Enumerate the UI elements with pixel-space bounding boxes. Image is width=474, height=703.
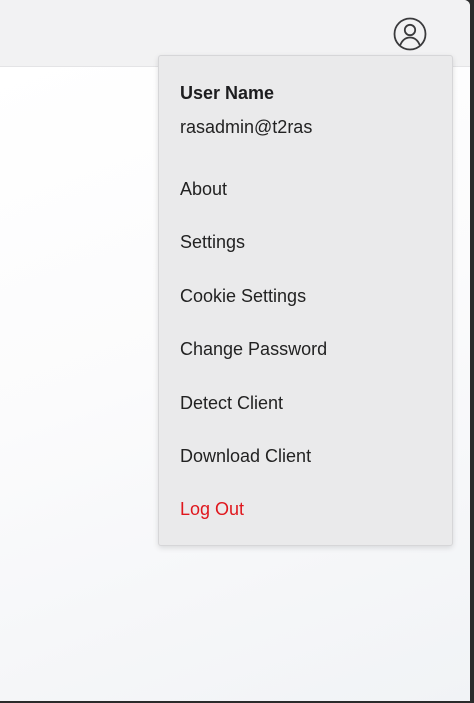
menu-item-detect-client[interactable]: Detect Client bbox=[159, 377, 452, 430]
user-info: User Name rasadmin@t2ras bbox=[180, 81, 312, 139]
menu-item-download-client[interactable]: Download Client bbox=[159, 430, 452, 483]
user-name: User Name bbox=[180, 83, 275, 103]
user-menu-dropdown: User Name rasadmin@t2ras About Settings … bbox=[158, 55, 453, 546]
menu-item-about[interactable]: About bbox=[159, 163, 452, 216]
menu-item-cookie-settings[interactable]: Cookie Settings bbox=[159, 270, 452, 323]
menu-item-log-out[interactable]: Log Out bbox=[159, 483, 452, 536]
menu-items: About Settings Cookie Settings Change Pa… bbox=[159, 163, 452, 537]
user-circle-icon bbox=[393, 17, 427, 51]
user-email: rasadmin@t2ras bbox=[180, 117, 313, 137]
user-account-button[interactable] bbox=[393, 17, 427, 51]
menu-item-change-password[interactable]: Change Password bbox=[159, 323, 452, 376]
app-window: User Name rasadmin@t2ras About Settings … bbox=[0, 0, 470, 701]
menu-item-settings[interactable]: Settings bbox=[159, 216, 452, 269]
